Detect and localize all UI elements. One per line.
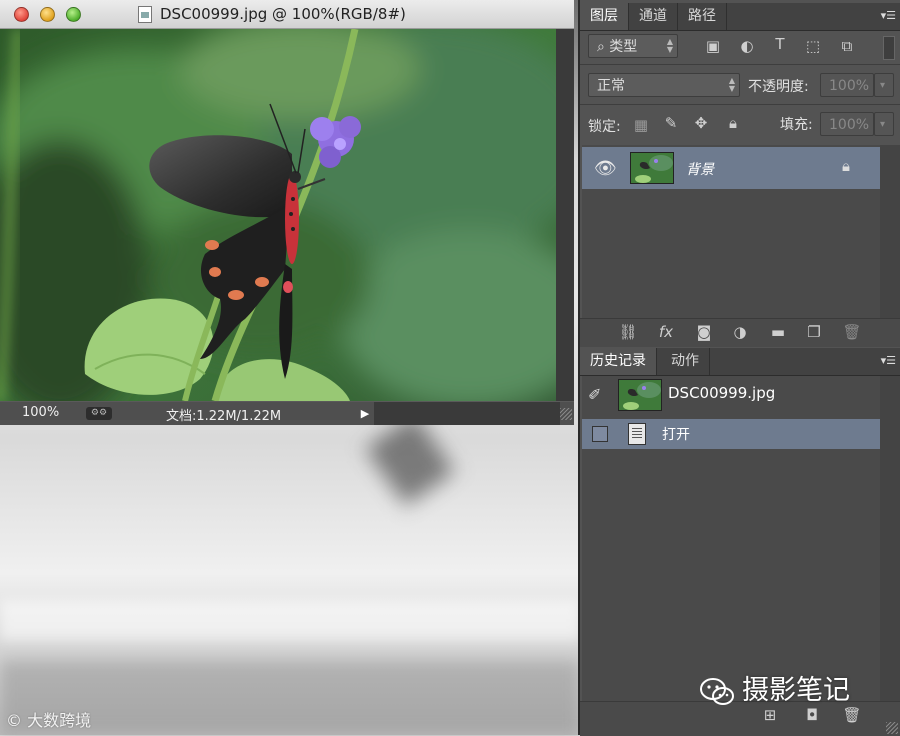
history-state-name: 打开 (662, 427, 690, 443)
history-panel-tabs: 历史记录 动作 ▾☰ (580, 348, 900, 376)
delete-layer-trash-icon[interactable]: 🗑︎ (840, 323, 864, 341)
background-blur-shadow (365, 414, 455, 506)
new-snapshot-camera-icon[interactable]: ◘ (800, 706, 824, 724)
window-resize-grip-icon[interactable] (560, 408, 572, 420)
watermark-right: 摄影笔记 (700, 668, 850, 707)
zoom-window-button[interactable] (66, 7, 81, 22)
close-window-button[interactable] (14, 7, 29, 22)
search-icon: ⌕ (597, 39, 605, 55)
watermark-left-text: 大数跨境 (27, 711, 92, 730)
layer-style-fx-icon[interactable]: fx (654, 323, 678, 341)
history-snapshot-row[interactable]: ✐ DSC00999.jpg (582, 376, 880, 412)
layer-filter-select[interactable]: ⌕ 类型 ▲ ▼ (588, 34, 678, 58)
history-scrollbar[interactable] (880, 376, 900, 701)
snapshot-thumbnail (618, 379, 662, 411)
divider (580, 104, 900, 105)
watermark-right-text: 摄影笔记 (742, 675, 850, 706)
adjustment-filter-icon[interactable]: ◐ (736, 37, 758, 55)
zoom-level-field[interactable]: 100% (22, 405, 59, 420)
status-options-icon[interactable]: ⚙⚙ (86, 407, 112, 420)
layers-panel-footer: ⛓ fx ◙ ◑ ▬ ❐ 🗑︎ (580, 318, 900, 347)
document-state-icon (628, 423, 646, 445)
new-adjustment-layer-icon[interactable]: ◑ (728, 323, 752, 341)
lock-all-icon[interactable]: 🔒︎ (722, 114, 744, 132)
butterfly-photo (0, 29, 556, 401)
fill-label: 填充: (780, 117, 813, 133)
smart-object-filter-icon[interactable]: ⧉ (836, 37, 858, 55)
fill-field[interactable]: 100% (820, 112, 874, 136)
document-file-icon (138, 6, 152, 23)
minimize-window-button[interactable] (40, 7, 55, 22)
tab-layers[interactable]: 图层 (580, 3, 629, 30)
lock-transparency-icon[interactable]: ▦ (630, 116, 652, 134)
image-canvas[interactable] (0, 29, 556, 401)
tab-history[interactable]: 历史记录 (580, 348, 657, 375)
new-document-from-state-icon[interactable]: ⊞ (758, 706, 782, 724)
shape-filter-icon[interactable]: ⬚ (802, 37, 824, 55)
tab-paths[interactable]: 路径 (678, 3, 727, 30)
tab-channels[interactable]: 通道 (629, 3, 678, 30)
stepper-icon: ▲ ▼ (728, 76, 735, 93)
link-layers-icon[interactable]: ⛓ (616, 323, 640, 341)
layer-name[interactable]: 背景 (686, 159, 714, 179)
document-size-readout: 文档:1.22M/1.22M (166, 409, 282, 424)
filter-toggle-switch[interactable] (883, 36, 895, 60)
fill-dropdown-icon[interactable]: ▾ (874, 112, 894, 136)
divider (580, 64, 900, 65)
lock-position-icon[interactable]: ✥ (690, 114, 712, 132)
document-status-bar: 100% ⚙⚙ 文档:1.22M/1.22M ▶ (0, 401, 574, 425)
stepper-icon: ▲ ▼ (666, 37, 673, 54)
panel-resize-grip-icon[interactable] (886, 722, 898, 734)
snapshot-name: DSC00999.jpg (668, 384, 776, 402)
blend-mode-value: 正常 (597, 78, 625, 94)
history-brush-source-icon[interactable]: ✐ (588, 385, 601, 404)
opacity-field[interactable]: 100% (820, 73, 874, 97)
history-panel-menu-icon[interactable]: ▾☰ (880, 355, 896, 366)
document-window[interactable]: DSC00999.jpg @ 100%(RGB/8#) 100% ⚙⚙ 文档:1… (0, 0, 574, 425)
canvas-vertical-scrollbar[interactable] (556, 29, 574, 401)
blend-mode-select[interactable]: 正常 ▲ ▼ (588, 73, 740, 97)
add-mask-icon[interactable]: ◙ (692, 323, 716, 341)
wechat-icon (700, 677, 734, 705)
status-menu-arrow-icon[interactable]: ▶ (356, 405, 374, 423)
background-blur-highlight (0, 600, 580, 640)
layer-lock-icon: 🔒︎ (842, 157, 850, 175)
delete-state-trash-icon[interactable]: 🗑︎ (840, 706, 864, 724)
image-filter-icon[interactable]: ▣ (702, 37, 724, 55)
opacity-dropdown-icon[interactable]: ▾ (874, 73, 894, 97)
type-filter-icon[interactable]: T (769, 35, 791, 53)
layers-panel-menu-icon[interactable]: ▾☰ (880, 10, 896, 21)
lock-image-pixels-icon[interactable]: ✎ (660, 114, 682, 132)
history-source-checkbox[interactable] (592, 426, 608, 442)
layers-panel-tabs: 图层 通道 路径 ▾☰ (580, 3, 900, 31)
watermark-left: © 大数跨境 (6, 707, 91, 731)
layers-list: 👁︎ 背景 🔒︎ (582, 145, 880, 318)
watermark-logo-icon: © (6, 711, 22, 730)
opacity-label: 不透明度: (748, 79, 809, 95)
lock-label: 锁定: (588, 119, 621, 135)
layer-row-background[interactable]: 👁︎ 背景 🔒︎ (582, 147, 880, 189)
new-group-folder-icon[interactable]: ▬ (766, 323, 790, 341)
panels-dock: 图层 通道 路径 ▾☰ ⌕ 类型 ▲ ▼ ▣ ◐ T ⬚ ⧉ 正常 ▲ ▼ 不透明度… (578, 0, 900, 736)
tab-actions[interactable]: 动作 (661, 348, 710, 375)
layer-thumbnail (630, 152, 674, 184)
layers-scrollbar[interactable] (880, 145, 900, 318)
layer-filter-label: 类型 (609, 39, 638, 55)
eye-visibility-icon[interactable]: 👁︎ (594, 158, 617, 179)
window-titlebar[interactable]: DSC00999.jpg @ 100%(RGB/8#) (0, 0, 574, 29)
horizontal-scrollbar[interactable] (374, 402, 560, 425)
history-list: ✐ DSC00999.jpg 打开 (582, 376, 880, 701)
document-title: DSC00999.jpg @ 100%(RGB/8#) (160, 5, 406, 23)
new-layer-icon[interactable]: ❐ (802, 323, 826, 341)
history-state-row[interactable]: 打开 (582, 419, 880, 449)
